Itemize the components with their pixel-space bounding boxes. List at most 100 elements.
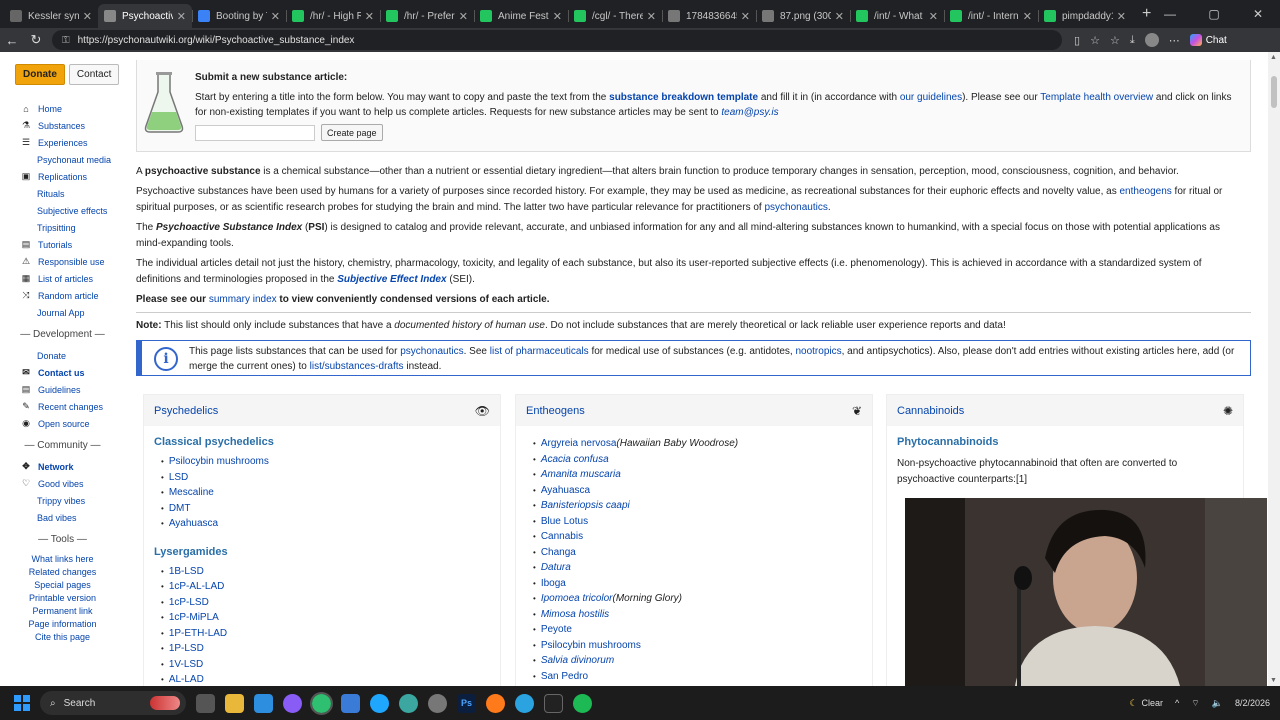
substance-link[interactable]: Salvia divinorum [541, 655, 614, 666]
sidebar-item[interactable]: Tripsitting [0, 219, 125, 236]
notepad-icon[interactable] [254, 693, 273, 713]
settings-gear-icon[interactable] [428, 693, 447, 713]
substance-link[interactable]: 1V-LSD [169, 659, 203, 670]
tab-close-icon[interactable]: ✕ [459, 10, 468, 23]
tab-close-icon[interactable]: ✕ [553, 10, 562, 23]
site-info-icon[interactable]: ⚿ [62, 35, 70, 46]
browser-tab[interactable]: 87.png (300×1 ✕ [756, 4, 850, 28]
tab-close-icon[interactable]: ✕ [647, 10, 656, 23]
page-scrollbar[interactable]: ▲ ▼ [1268, 52, 1280, 686]
browser-tab[interactable]: /cgl/ - There's ✕ [568, 4, 662, 28]
tab-close-icon[interactable]: ✕ [741, 10, 750, 23]
sidebar-tool-item[interactable]: Permanent link [0, 604, 125, 617]
substances-drafts-link[interactable]: list/substances-drafts [310, 361, 404, 372]
edge-icon[interactable] [370, 693, 389, 713]
chrome-icon[interactable] [310, 691, 333, 715]
substance-link[interactable]: Peyote [541, 624, 572, 635]
sidebar-item[interactable]: Journal App [0, 304, 125, 321]
info-psychonautics-link[interactable]: psychonautics [400, 346, 463, 357]
our-guidelines-link[interactable]: our guidelines [900, 92, 962, 103]
sidebar-tool-item[interactable]: Cite this page [0, 630, 125, 643]
bookmark-star-icon[interactable]: ☆ [1090, 34, 1100, 47]
reading-mode-icon[interactable]: ▯ [1074, 34, 1080, 47]
sidebar-tool-item[interactable]: What links here [0, 552, 125, 565]
firefox-icon[interactable] [486, 693, 505, 713]
sidebar-item[interactable]: ▣ Replications [0, 168, 125, 185]
scrollbar-thumb[interactable] [1271, 76, 1277, 108]
substance-link[interactable]: LSD [169, 472, 188, 483]
browser-tab[interactable]: Psychoactive su ✕ [98, 4, 192, 28]
substance-link[interactable]: Acacia confusa [541, 454, 609, 465]
sidebar-item[interactable]: ⌂ Home [0, 100, 125, 117]
substance-link[interactable]: San Pedro [541, 671, 588, 682]
substance-link[interactable]: DMT [169, 503, 191, 514]
network-icon[interactable]: ⌔ [1191, 698, 1199, 709]
close-window-button[interactable]: ✕ [1236, 7, 1280, 21]
favorites-icon[interactable]: ☆ [1110, 34, 1120, 47]
scroll-up-icon[interactable]: ▲ [1270, 54, 1277, 61]
contact-button[interactable]: Contact [68, 64, 120, 85]
tab-close-icon[interactable]: ✕ [1117, 10, 1126, 23]
start-button[interactable] [14, 695, 30, 711]
downloads-icon[interactable]: ⤓ [1130, 34, 1135, 47]
team-email-link[interactable]: team@psy.is [721, 107, 778, 118]
sidebar-dev-item[interactable]: ✎ Recent changes [0, 398, 125, 415]
address-bar[interactable]: ⚿ https://psychonautwiki.org/wiki/Psycho… [52, 30, 1062, 50]
substance-link[interactable]: Ayahuasca [169, 518, 218, 529]
browser-tab[interactable]: /int/ - What is ✕ [850, 4, 944, 28]
sidebar-dev-item[interactable]: Donate [0, 347, 125, 364]
substance-link[interactable]: 1cP-LSD [169, 597, 209, 608]
sidebar-tool-item[interactable]: Printable version [0, 591, 125, 604]
sidebar-community-item[interactable]: Bad vibes [0, 509, 125, 526]
psychedelics-link[interactable]: Psychedelics [154, 405, 218, 417]
tab-close-icon[interactable]: ✕ [177, 10, 186, 23]
sidebar-item[interactable]: Rituals [0, 185, 125, 202]
telegram-icon[interactable] [515, 693, 534, 713]
sidebar-tool-item[interactable]: Related changes [0, 565, 125, 578]
summary-index-link[interactable]: summary index [209, 294, 277, 305]
profile-avatar[interactable] [1144, 33, 1159, 47]
substance-link[interactable]: Ipomoea tricolor [541, 593, 613, 604]
create-page-button[interactable]: Create page [321, 124, 383, 141]
browser-tab[interactable]: 178483664551 ✕ [662, 4, 756, 28]
app-icon[interactable] [341, 693, 360, 713]
substance-link[interactable]: Ayahuasca [541, 485, 590, 496]
sidebar-item[interactable]: ☰ Experiences [0, 134, 125, 151]
tab-close-icon[interactable]: ✕ [83, 10, 92, 23]
photoshop-icon[interactable]: Ps [457, 693, 476, 713]
minimize-button[interactable]: — [1148, 7, 1192, 21]
browser-tab[interactable]: Booting by The ✕ [192, 4, 286, 28]
tab-close-icon[interactable]: ✕ [1023, 10, 1032, 23]
substance-link[interactable]: Datura [541, 562, 571, 573]
sidebar-item[interactable]: ⤨ Random article [0, 287, 125, 304]
browser-tab[interactable]: /hr/ - High Re ✕ [286, 4, 380, 28]
sidebar-dev-item[interactable]: ✉ Contact us [0, 364, 125, 381]
sidebar-tool-item[interactable]: Special pages [0, 578, 125, 591]
entheogens-link[interactable]: entheogens [1120, 186, 1172, 197]
substance-link[interactable]: Argyreia nervosa [541, 438, 617, 449]
nootropics-link[interactable]: nootropics [795, 346, 841, 357]
browser-tab[interactable]: Kessler syndro ✕ [4, 4, 98, 28]
maximize-button[interactable]: ▢ [1192, 7, 1236, 21]
spotify-icon[interactable] [573, 693, 592, 713]
audio-app-icon[interactable] [544, 693, 563, 713]
task-view-icon[interactable] [196, 693, 215, 713]
browser-tab[interactable]: /hr/ - Preferab ✕ [380, 4, 474, 28]
substance-link[interactable]: AL-LAD [169, 674, 204, 685]
substance-link[interactable]: 1P-LSD [169, 643, 204, 654]
tray-chevron-icon[interactable]: ^ [1175, 698, 1179, 708]
substance-link[interactable]: Cannabis [541, 531, 583, 542]
sidebar-item[interactable]: ⚠ Responsible use [0, 253, 125, 270]
sidebar-item[interactable]: Subjective effects [0, 202, 125, 219]
menu-icon[interactable]: ⋯ [1169, 34, 1180, 47]
new-article-title-input[interactable] [195, 125, 315, 141]
tab-close-icon[interactable]: ✕ [835, 10, 844, 23]
donate-button[interactable]: Donate [15, 64, 65, 85]
sidebar-item[interactable]: Psychonaut media [0, 151, 125, 168]
taskbar-search[interactable]: ⌕ Search [40, 691, 186, 715]
substance-link[interactable]: Changa [541, 547, 576, 558]
substance-link[interactable]: 1cP-MiPLA [169, 612, 219, 623]
discord-icon[interactable] [283, 693, 302, 713]
subjective-effect-index-link[interactable]: Subjective Effect Index [337, 274, 446, 285]
back-button[interactable]: ← [0, 33, 24, 48]
